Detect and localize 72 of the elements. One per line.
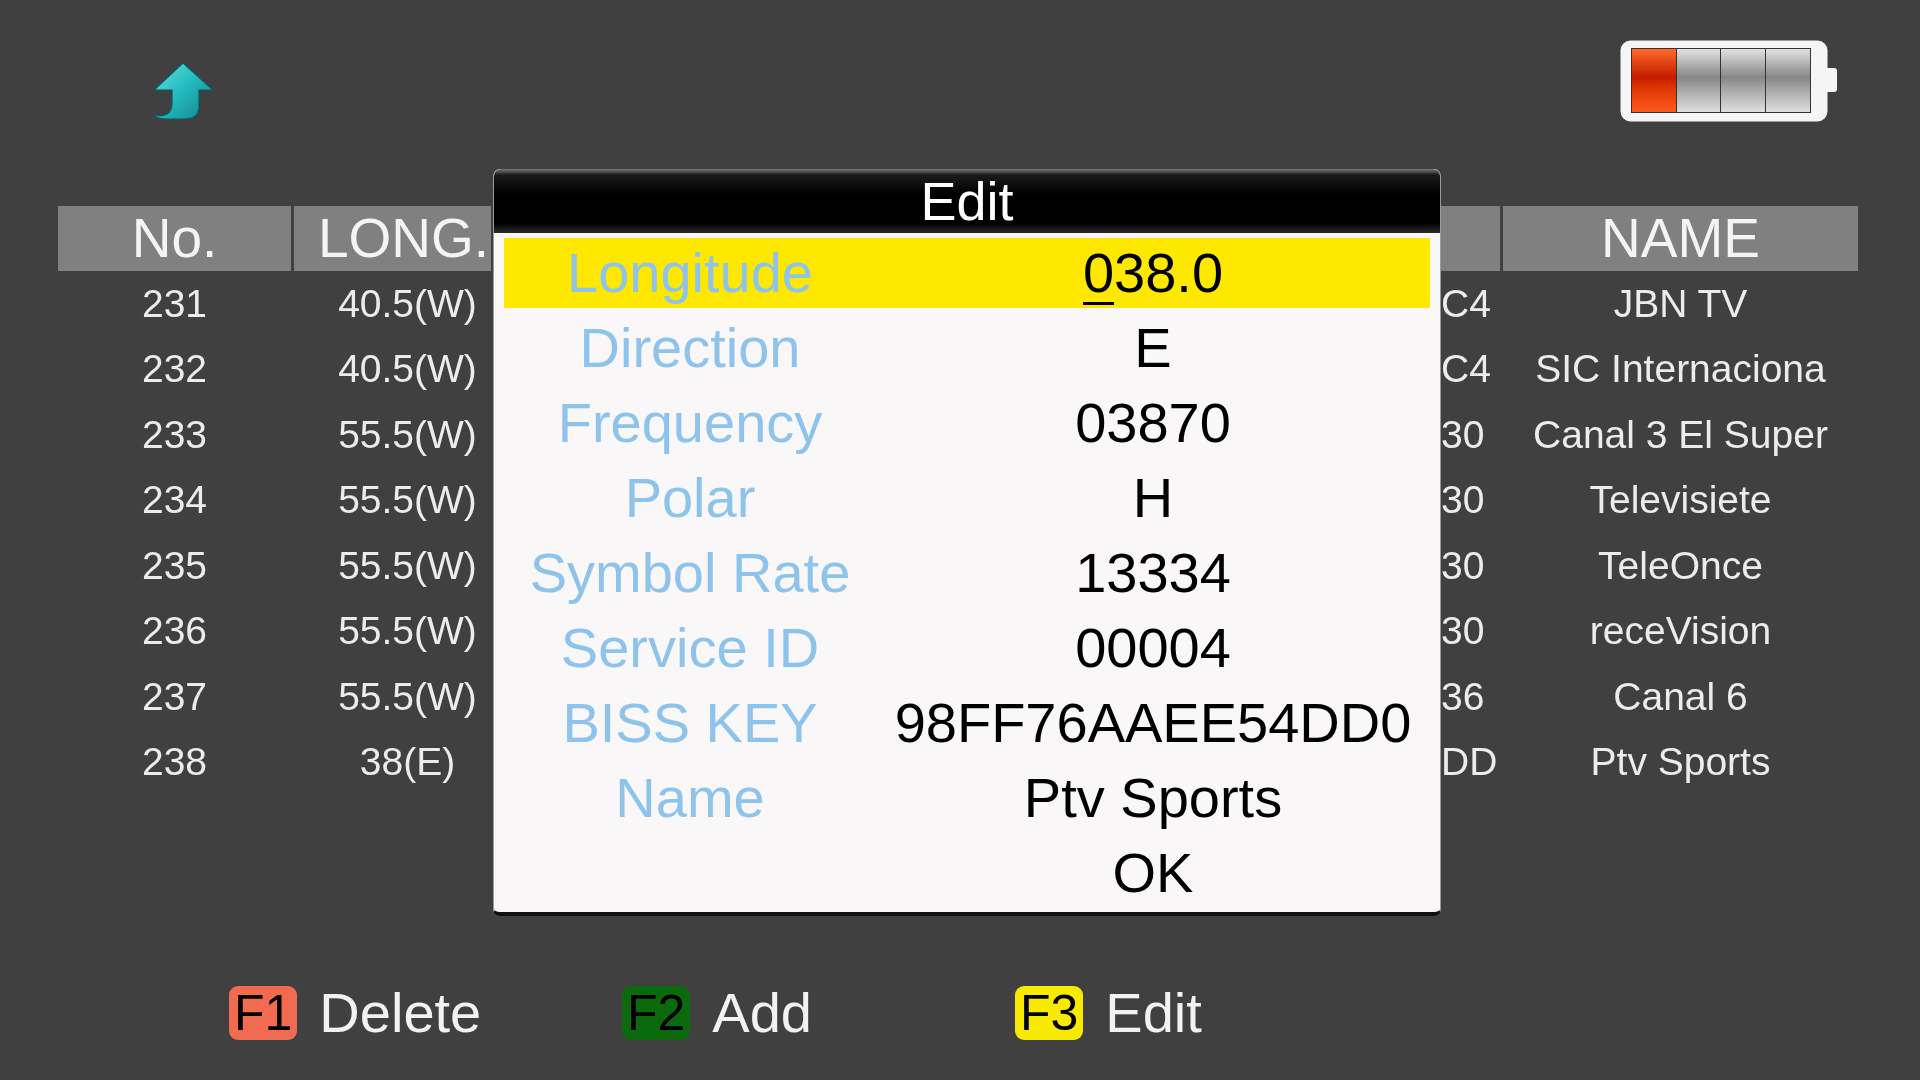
column-header: NAME	[1503, 206, 1858, 271]
table-cell: SIC Internaciona	[1535, 346, 1826, 393]
column-header: No.	[58, 206, 291, 271]
menu-row[interactable]: Symbol Rate 13334	[504, 538, 1430, 608]
column-header	[1441, 206, 1500, 271]
table-cell: 40.5(W)	[338, 346, 477, 393]
table-cell: 55.5(W)	[338, 673, 477, 720]
table-cell: Canal 3 El Super	[1533, 411, 1828, 458]
field-value: 00004	[1075, 616, 1231, 680]
table-cell: 30	[1441, 608, 1485, 655]
field-label: Service ID	[560, 616, 820, 680]
table-cell: 55.5(W)	[338, 411, 477, 458]
table-cell: 55.5(W)	[338, 608, 477, 655]
ok-button[interactable]: OK	[1112, 841, 1194, 905]
key-label: Edit	[1105, 981, 1202, 1045]
key-label: Delete	[319, 981, 482, 1045]
table-cell: C4	[1441, 346, 1491, 393]
table-cell: Televisiete	[1589, 477, 1772, 524]
field-label: Name	[615, 766, 765, 830]
dialog-title: Edit	[494, 169, 1440, 233]
table-cell: receVision	[1589, 608, 1772, 655]
column-header: LONG.	[294, 206, 491, 271]
table-cell: 55.5(W)	[338, 542, 477, 589]
key-badge: F3	[1015, 986, 1084, 1040]
menu-row[interactable]: OK	[504, 838, 1430, 908]
table-cell: 30	[1441, 411, 1485, 458]
table-cell: 40.5(W)	[338, 280, 477, 327]
table-cell: 235	[141, 542, 208, 589]
field-label: Symbol Rate	[529, 541, 851, 605]
menu-row[interactable]: Direction E	[504, 313, 1430, 383]
field-label: Frequency	[557, 391, 823, 455]
table-cell: Ptv Sports	[1590, 739, 1771, 786]
menu-row[interactable]: BISS KEY 98FF76AAEE54DD0	[504, 688, 1430, 758]
field-value: 98FF76AAEE54DD0	[894, 691, 1412, 755]
field-value: 038.0	[1082, 241, 1224, 305]
cursor-icon	[1082, 302, 1115, 305]
field-value: H	[1132, 466, 1174, 530]
table-cell: 237	[141, 673, 208, 720]
battery-icon	[1620, 40, 1837, 122]
field-value: 03870	[1075, 391, 1231, 455]
table-cell: 236	[141, 608, 208, 655]
menu-row[interactable]: Service ID 00004	[504, 613, 1430, 683]
field-value: Ptv Sports	[1023, 766, 1283, 830]
field-value: E	[1134, 316, 1172, 380]
field-value: 13334	[1075, 541, 1231, 605]
table-cell: 234	[141, 477, 208, 524]
table-cell: 55.5(W)	[338, 477, 477, 524]
field-label: Longitude	[567, 241, 813, 305]
menu-row[interactable]: Polar H	[504, 463, 1430, 533]
key-badge: F2	[622, 986, 691, 1040]
field-label: Polar	[624, 466, 756, 530]
key-label: Add	[712, 981, 812, 1045]
menu-row[interactable]: Frequency 03870	[504, 388, 1430, 458]
field-label: BISS KEY	[562, 691, 818, 755]
menu-row[interactable]: Name Ptv Sports	[504, 763, 1430, 833]
table-cell: 38(E)	[359, 739, 456, 786]
up-arrow-icon	[153, 62, 214, 120]
table-cell: 30	[1441, 542, 1485, 589]
table-cell: TeleOnce	[1598, 542, 1763, 589]
table-cell: 238	[141, 739, 208, 786]
table-cell: 233	[141, 411, 208, 458]
table-cell: C4	[1441, 280, 1491, 327]
table-cell: 30	[1441, 477, 1485, 524]
table-cell: 232	[141, 346, 208, 393]
key-badge: F1	[229, 986, 298, 1040]
table-cell: 231	[141, 280, 208, 327]
table-cell: DD	[1441, 739, 1498, 786]
menu-row[interactable]: Longitude 038.0	[504, 238, 1430, 308]
field-label: Direction	[579, 316, 801, 380]
table-cell: JBN TV	[1613, 280, 1748, 327]
table-cell: Canal 6	[1613, 673, 1748, 720]
table-cell: 36	[1441, 673, 1485, 720]
